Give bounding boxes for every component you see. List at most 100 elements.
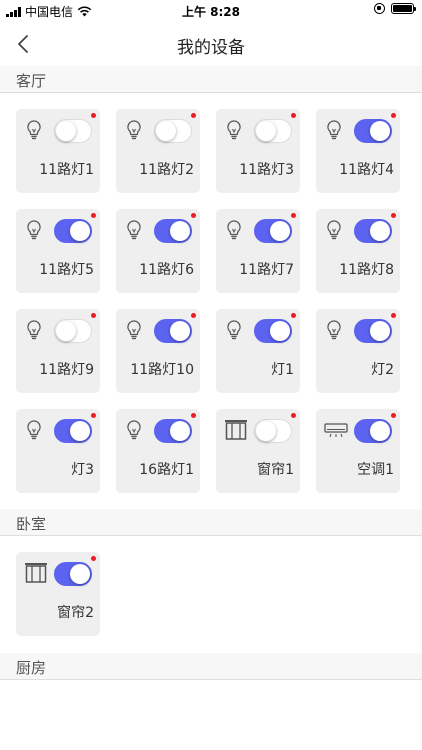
status-dot [91, 213, 96, 218]
orientation-lock-icon [374, 3, 385, 14]
device-label: 11路灯1 [39, 162, 94, 178]
toggle-knob [270, 321, 290, 341]
toggle-knob [156, 121, 176, 141]
battery-icon [391, 3, 416, 14]
toggle-knob [256, 421, 276, 441]
device-label: 11路灯8 [339, 262, 394, 278]
device-label: 灯2 [371, 362, 394, 378]
curtain-icon [24, 562, 47, 584]
device-card[interactable]: 灯3 [16, 409, 100, 493]
device-toggle[interactable] [254, 219, 292, 243]
device-card[interactable]: 窗帘1 [216, 409, 300, 493]
bulb-icon [24, 319, 44, 341]
device-toggle[interactable] [254, 319, 292, 343]
status-dot [191, 213, 196, 218]
bulb-icon [124, 419, 144, 441]
nav-bar: 我的设备 [0, 22, 422, 66]
device-toggle[interactable] [254, 419, 292, 443]
device-toggle[interactable] [254, 119, 292, 143]
section-title: 厨房 [16, 659, 47, 677]
device-label: 空调1 [357, 462, 394, 478]
status-dot [291, 113, 296, 118]
toggle-knob [370, 321, 390, 341]
status-dot [391, 213, 396, 218]
device-label: 灯1 [271, 362, 294, 378]
device-toggle[interactable] [354, 319, 392, 343]
status-dot [391, 113, 396, 118]
device-card[interactable]: 16路灯1 [116, 409, 200, 493]
device-card[interactable]: 空调1 [316, 409, 400, 493]
device-card[interactable]: 11路灯5 [16, 209, 100, 293]
bulb-icon [224, 319, 244, 341]
bulb-icon [324, 319, 344, 341]
device-toggle[interactable] [54, 219, 92, 243]
bulb-icon [24, 119, 44, 141]
device-toggle[interactable] [54, 319, 92, 343]
device-card[interactable]: 11路灯8 [316, 209, 400, 293]
device-label: 16路灯1 [139, 462, 194, 478]
bulb-icon [24, 419, 44, 441]
toggle-knob [370, 421, 390, 441]
device-label: 11路灯6 [139, 262, 194, 278]
device-card[interactable]: 11路灯1 [16, 109, 100, 193]
bulb-icon [124, 219, 144, 241]
device-label: 窗帘1 [257, 462, 294, 478]
curtain-icon [224, 419, 247, 441]
status-dot [391, 313, 396, 318]
device-card[interactable]: 11路灯4 [316, 109, 400, 193]
device-card[interactable]: 11路灯6 [116, 209, 200, 293]
device-toggle[interactable] [154, 419, 192, 443]
device-toggle[interactable] [154, 119, 192, 143]
toggle-knob [56, 121, 76, 141]
device-toggle[interactable] [354, 119, 392, 143]
bulb-icon [224, 219, 244, 241]
section-header: 厨房 [0, 653, 422, 680]
toggle-knob [70, 221, 90, 241]
bulb-icon [224, 119, 244, 141]
device-toggle[interactable] [54, 562, 92, 586]
toggle-knob [270, 221, 290, 241]
device-label: 11路灯9 [39, 362, 94, 378]
status-dot [91, 113, 96, 118]
device-card[interactable]: 11路灯10 [116, 309, 200, 393]
toggle-knob [56, 321, 76, 341]
device-card[interactable]: 11路灯2 [116, 109, 200, 193]
bulb-icon [124, 319, 144, 341]
device-label: 11路灯3 [239, 162, 294, 178]
device-label: 灯3 [71, 462, 94, 478]
device-card[interactable]: 灯2 [316, 309, 400, 393]
device-toggle[interactable] [154, 219, 192, 243]
status-dot [191, 113, 196, 118]
toggle-knob [70, 421, 90, 441]
device-card[interactable]: 灯1 [216, 309, 300, 393]
toggle-knob [370, 121, 390, 141]
status-dot [291, 313, 296, 318]
device-toggle[interactable] [54, 119, 92, 143]
section-title: 客厅 [16, 72, 47, 90]
status-dot [291, 213, 296, 218]
device-card[interactable]: 11路灯3 [216, 109, 300, 193]
bulb-icon [324, 219, 344, 241]
bulb-icon [124, 119, 144, 141]
device-toggle[interactable] [354, 219, 392, 243]
toggle-knob [370, 221, 390, 241]
device-toggle[interactable] [154, 319, 192, 343]
status-dot [291, 413, 296, 418]
status-dot [391, 413, 396, 418]
device-label: 11路灯4 [339, 162, 394, 178]
status-dot [191, 313, 196, 318]
device-label: 11路灯7 [239, 262, 294, 278]
device-card[interactable]: 11路灯9 [16, 309, 100, 393]
page-title: 我的设备 [177, 38, 245, 58]
bulb-icon [24, 219, 44, 241]
device-toggle[interactable] [54, 419, 92, 443]
status-bar: 中国电信 上午 8:28 [0, 0, 422, 22]
device-card[interactable]: 窗帘2 [16, 552, 100, 636]
device-toggle[interactable] [354, 419, 392, 443]
section-header: 客厅 [0, 66, 422, 93]
status-time: 上午 8:28 [181, 5, 241, 19]
device-card[interactable]: 11路灯7 [216, 209, 300, 293]
toggle-knob [170, 221, 190, 241]
toggle-knob [170, 321, 190, 341]
device-label: 11路灯10 [130, 362, 194, 378]
